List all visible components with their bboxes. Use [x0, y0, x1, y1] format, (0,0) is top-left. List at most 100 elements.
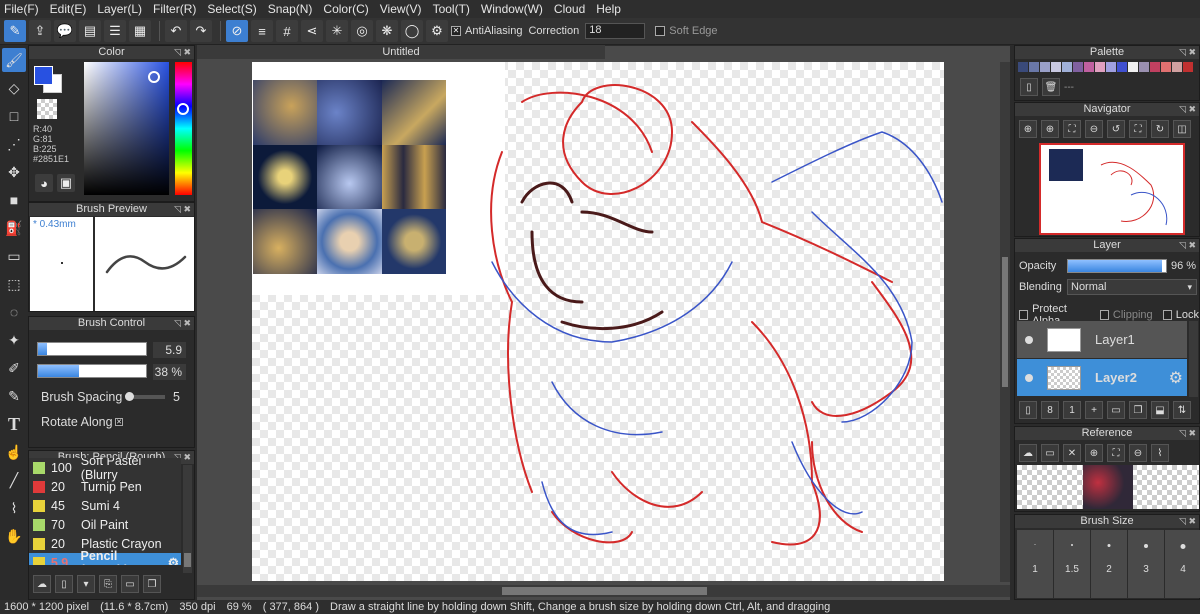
snap-circle-icon[interactable]: ◎ — [351, 20, 373, 42]
duplicate-layer-icon[interactable]: ❐ — [1129, 401, 1147, 419]
hue-slider[interactable] — [175, 62, 192, 195]
snap-perspective-icon[interactable]: ⋖ — [301, 20, 323, 42]
reference-image[interactable] — [1017, 465, 1199, 509]
layer-row[interactable]: Layer2 ⚙ — [1017, 359, 1187, 396]
palette-swatch[interactable] — [1040, 62, 1050, 72]
layer-opacity-slider[interactable] — [1067, 259, 1167, 273]
color-mixer-icon[interactable]: ▣ — [57, 174, 75, 192]
palette-swatch[interactable] — [1172, 62, 1182, 72]
divide-tool-icon[interactable]: ╱ — [2, 468, 26, 492]
palette-swatch[interactable] — [1128, 62, 1138, 72]
menu-item[interactable]: Layer(L) — [97, 2, 142, 16]
brush-list-item[interactable]: 45 Sumi 4 — [29, 496, 181, 515]
settings-icon[interactable]: ⚙ — [426, 20, 448, 42]
snap-off-icon[interactable]: ⊘ — [226, 20, 248, 42]
palette-swatch[interactable] — [1029, 62, 1039, 72]
palette-add-icon[interactable]: ▯ — [1020, 78, 1038, 96]
select-tool-icon[interactable]: ⬚ — [2, 272, 26, 296]
list-icon[interactable]: ☰ — [104, 20, 126, 42]
menu-item[interactable]: Edit(E) — [50, 2, 87, 16]
reference-zoom-in-icon[interactable]: ⊕ — [1085, 444, 1103, 462]
brush-size-cell[interactable]: 1.5 — [1054, 530, 1090, 598]
gear-icon[interactable]: ⚙ — [168, 555, 179, 565]
correction-select[interactable]: 18 — [585, 23, 646, 39]
brush-opacity-value[interactable]: 38 % — [153, 364, 186, 380]
palette-delete-icon[interactable]: 🗑 — [1042, 78, 1060, 96]
hand-tool-icon[interactable]: ✋ — [2, 524, 26, 548]
brush-size-cell[interactable]: 2 — [1091, 530, 1127, 598]
add-layer-menu-icon[interactable]: + — [1085, 401, 1103, 419]
menu-item[interactable]: File(F) — [4, 2, 39, 16]
magic-wand-tool-icon[interactable]: ✦ — [2, 328, 26, 352]
comment-icon[interactable]: 💬 — [54, 20, 76, 42]
new-layer-8bit-icon[interactable]: 8 — [1041, 401, 1059, 419]
palette-swatch[interactable] — [1161, 62, 1171, 72]
reference-fit-icon[interactable]: ⛶ — [1107, 444, 1125, 462]
new-layer-1bit-icon[interactable]: 1 — [1063, 401, 1081, 419]
menu-item[interactable]: Filter(R) — [153, 2, 196, 16]
menu-item[interactable]: Cloud — [554, 2, 585, 16]
palette-swatch[interactable] — [1106, 62, 1116, 72]
menu-item[interactable]: Color(C) — [323, 2, 368, 16]
vertical-scrollbar[interactable] — [1000, 62, 1010, 582]
eraser-tool-icon[interactable]: ◇ — [2, 76, 26, 100]
rotate-along-checkbox[interactable]: ✕ — [115, 418, 123, 426]
menu-item[interactable]: Snap(N) — [268, 2, 313, 16]
layer-blending-select[interactable]: Normal ▾ — [1067, 279, 1197, 295]
palette-swatch[interactable] — [1018, 62, 1028, 72]
menu-item[interactable]: Tool(T) — [433, 2, 470, 16]
brush-spacing-handle[interactable] — [125, 392, 134, 401]
protect-alpha-checkbox[interactable] — [1019, 310, 1029, 320]
snap-radial-icon[interactable]: ✳ — [326, 20, 348, 42]
operation-tool-icon[interactable]: ☝ — [2, 440, 26, 464]
layer-scrollbar[interactable] — [1189, 321, 1198, 397]
brush-duplicate-icon[interactable]: ❐ — [143, 575, 161, 593]
lasso-tool-icon[interactable]: ◌ — [2, 300, 26, 324]
color-picker-handle[interactable] — [148, 71, 160, 83]
visibility-icon[interactable] — [1025, 335, 1033, 344]
reference-zoom-out-icon[interactable]: ⊖ — [1129, 444, 1147, 462]
dot-tool-icon[interactable]: ⋰ — [2, 132, 26, 156]
palette-swatch[interactable] — [1084, 62, 1094, 72]
rotate-left-icon[interactable]: ↺ — [1107, 120, 1125, 138]
menu-item[interactable]: Select(S) — [207, 2, 256, 16]
zoom-out-icon[interactable]: ⊖ — [1085, 120, 1103, 138]
palette-swatch[interactable] — [1073, 62, 1083, 72]
palette-swatch[interactable] — [1117, 62, 1127, 72]
transparent-color[interactable] — [37, 99, 57, 119]
lock-checkbox[interactable] — [1162, 310, 1172, 320]
snap-grid-icon[interactable]: # — [276, 20, 298, 42]
brush-list-item[interactable]: 70 Oil Paint — [29, 515, 181, 534]
soft-edge-checkbox[interactable] — [655, 26, 666, 36]
menu-item[interactable]: Window(W) — [481, 2, 543, 16]
brush-size-cell[interactable]: 1 — [1017, 530, 1053, 598]
brush-tool-icon[interactable]: 🖌 — [2, 48, 26, 72]
brush-size-slider[interactable] — [37, 342, 147, 356]
brush-list-item[interactable]: 100 Soft Pastel (Blurry — [29, 458, 181, 482]
flip-icon[interactable]: ◫ — [1173, 120, 1191, 138]
fullscreen-icon[interactable]: ⛶ — [1129, 120, 1147, 138]
fill-tool-icon[interactable]: ⛽ — [2, 216, 26, 240]
fit-icon[interactable]: ⛶ — [1063, 120, 1081, 138]
visibility-icon[interactable] — [1025, 373, 1033, 382]
palette-swatch[interactable] — [1139, 62, 1149, 72]
move-tool-icon[interactable]: ✥ — [2, 160, 26, 184]
new-layer-icon[interactable]: ▯ — [1019, 401, 1037, 419]
rect-tool-icon[interactable]: □ — [2, 104, 26, 128]
undo-icon[interactable]: ↶ — [165, 20, 187, 42]
navigator-thumbnail[interactable] — [1039, 143, 1185, 235]
brush-download-icon[interactable]: ☁ — [33, 575, 51, 593]
brush-size-value[interactable]: 5.9 — [153, 342, 186, 358]
pen-mode-icon[interactable]: ✎ — [4, 20, 26, 42]
palette-swatch[interactable] — [1062, 62, 1072, 72]
layer-move-icon[interactable]: ⇅ — [1173, 401, 1191, 419]
redo-icon[interactable]: ↷ — [190, 20, 212, 42]
reference-canvas-icon[interactable]: ☁ — [1019, 444, 1037, 462]
merge-layer-icon[interactable]: ⬓ — [1151, 401, 1169, 419]
brush-size-cell[interactable]: 3 — [1128, 530, 1164, 598]
layer-icon[interactable]: ▤ — [79, 20, 101, 42]
brush-new-icon[interactable]: ▯ — [55, 575, 73, 593]
shape-tool-icon[interactable]: ■ — [2, 188, 26, 212]
brush-opacity-slider[interactable] — [37, 364, 147, 378]
menu-item[interactable]: Help — [596, 2, 621, 16]
